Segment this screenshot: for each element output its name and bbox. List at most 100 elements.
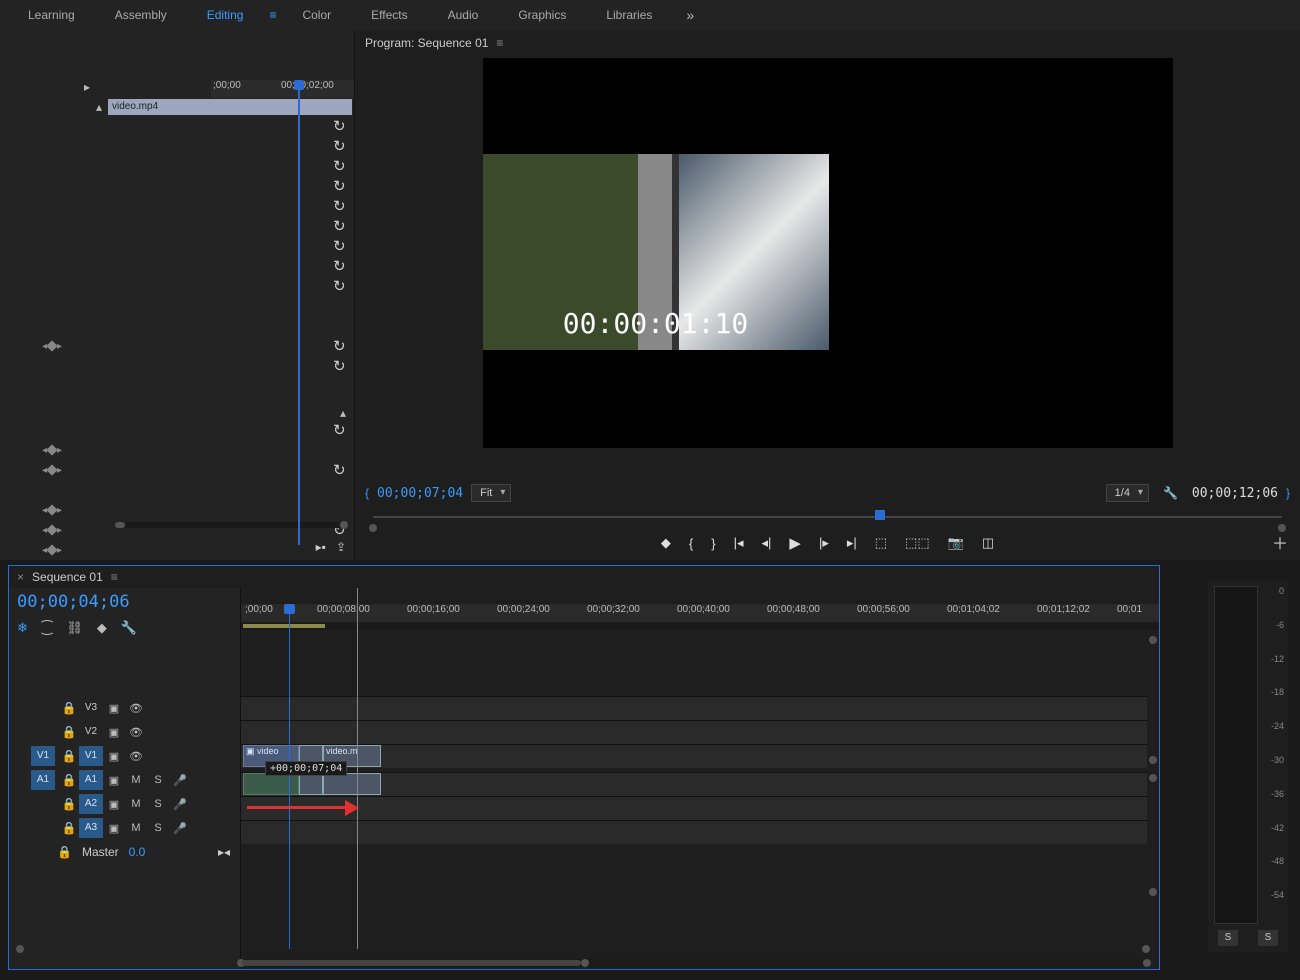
- lock-icon[interactable]: 🔒: [57, 845, 72, 859]
- track-header-a2[interactable]: 🔒 A2 ▣ M S 🎤: [9, 792, 240, 816]
- reset-icon[interactable]: ↺: [333, 357, 346, 375]
- lock-icon[interactable]: 🔒: [59, 701, 79, 715]
- bottom-hscroll[interactable]: [16, 945, 1150, 953]
- voice-over-icon[interactable]: 🎤: [169, 774, 191, 787]
- step-forward-icon[interactable]: |▸: [819, 535, 829, 551]
- reset-icon[interactable]: ↺: [333, 137, 346, 155]
- solo-left-button[interactable]: S: [1218, 930, 1238, 946]
- track-label[interactable]: A1: [79, 770, 103, 790]
- program-scrubber[interactable]: [365, 510, 1290, 524]
- solo-right-button[interactable]: S: [1258, 930, 1278, 946]
- vscroll-cap[interactable]: [1149, 774, 1157, 782]
- voice-over-icon[interactable]: 🎤: [169, 798, 191, 811]
- timeline-tracks-area[interactable]: ;00;00 00;00;08;00 00;00;16;00 00;00;24;…: [241, 588, 1159, 969]
- work-area-bar[interactable]: [243, 624, 325, 628]
- track-label[interactable]: A2: [79, 794, 103, 814]
- audio-clip-ghost[interactable]: [323, 773, 381, 795]
- source-clip[interactable]: video.mp4: [108, 99, 352, 115]
- source-patch-v1[interactable]: V1: [31, 746, 55, 766]
- keyframe-nav[interactable]: ◂▸: [42, 505, 62, 516]
- step-back-icon[interactable]: ◂|: [761, 535, 771, 551]
- play-only-icon[interactable]: ▸▪: [316, 540, 326, 554]
- source-playhead[interactable]: [298, 80, 300, 545]
- vscroll-cap[interactable]: [1149, 888, 1157, 896]
- keyframe-nav[interactable]: ◂▸: [42, 525, 62, 536]
- lock-icon[interactable]: 🔒: [59, 749, 79, 763]
- add-marker-icon[interactable]: ◆: [661, 535, 671, 551]
- play-icon[interactable]: ▶: [789, 534, 801, 552]
- master-track[interactable]: 🔒 Master 0.0 ▸◂: [9, 840, 240, 864]
- collapse-tracks-icon[interactable]: ▸◂: [218, 845, 230, 859]
- audio-clip-trimmed[interactable]: [299, 773, 323, 795]
- mark-out-bracket-icon[interactable]: }: [1286, 486, 1290, 500]
- snap-icon[interactable]: ⁐: [42, 620, 52, 636]
- reset-icon[interactable]: ↺: [333, 177, 346, 195]
- panel-menu-icon[interactable]: ≡: [496, 36, 503, 50]
- scrubber-playhead[interactable]: [875, 510, 885, 520]
- keyframe-nav[interactable]: ◂▸: [42, 445, 62, 456]
- timeline-playhead-timecode[interactable]: 00;00;04;06: [9, 588, 240, 616]
- nest-toggle-icon[interactable]: ❄: [17, 620, 28, 636]
- source-ruler[interactable]: ;00;00 00;00;02;00 00;00;04;00: [211, 80, 354, 98]
- voice-over-icon[interactable]: 🎤: [169, 822, 191, 835]
- tab-graphics[interactable]: Graphics: [498, 2, 586, 28]
- tab-editing[interactable]: Editing: [187, 2, 264, 28]
- master-level[interactable]: 0.0: [129, 845, 146, 859]
- tab-learning[interactable]: Learning: [8, 2, 95, 28]
- expand-toggle-icon[interactable]: ▸: [84, 80, 90, 94]
- extract-icon[interactable]: ⬚⬚: [905, 535, 930, 551]
- sync-lock-icon[interactable]: ▣: [103, 798, 125, 811]
- program-monitor[interactable]: 00:00:01:10: [483, 58, 1173, 448]
- settings-wrench-icon[interactable]: 🔧: [1163, 486, 1178, 500]
- eye-icon[interactable]: 👁: [125, 750, 147, 763]
- reset-icon[interactable]: ↺: [333, 237, 346, 255]
- track-header-v1[interactable]: V1 🔒 V1 ▣ 👁: [9, 744, 240, 768]
- export-icon[interactable]: ⇪: [336, 540, 346, 554]
- tab-libraries[interactable]: Libraries: [586, 2, 672, 28]
- eye-icon[interactable]: 👁: [125, 702, 147, 715]
- program-timecode-left[interactable]: 00;00;07;04: [377, 486, 463, 501]
- mark-in-bracket-icon[interactable]: {: [365, 486, 369, 500]
- mark-in-icon[interactable]: {: [689, 536, 693, 551]
- track-label[interactable]: V1: [79, 746, 103, 766]
- mute-button[interactable]: M: [125, 774, 147, 786]
- track-header-v3[interactable]: 🔒 V3 ▣ 👁: [9, 696, 240, 720]
- track-header-v2[interactable]: 🔒 V2 ▣ 👁: [9, 720, 240, 744]
- comparison-view-icon[interactable]: ◫: [982, 535, 994, 551]
- collapse-toggle-icon[interactable]: ▴: [90, 100, 108, 114]
- lock-icon[interactable]: 🔒: [59, 773, 79, 787]
- solo-button[interactable]: S: [147, 774, 169, 786]
- mute-button[interactable]: M: [125, 822, 147, 834]
- tab-color[interactable]: Color: [282, 2, 351, 28]
- timeline-settings-icon[interactable]: 🔧: [121, 620, 137, 636]
- audio-clip[interactable]: [243, 773, 299, 795]
- vscroll-cap[interactable]: [1149, 636, 1157, 644]
- close-panel-icon[interactable]: ×: [17, 570, 24, 584]
- reset-icon[interactable]: ↺: [333, 197, 346, 215]
- reset-icon[interactable]: ↺: [333, 337, 346, 355]
- reset-icon[interactable]: ↺: [333, 157, 346, 175]
- overflow-icon[interactable]: »: [672, 7, 708, 23]
- timeline-playhead[interactable]: [289, 604, 290, 949]
- timeline-ruler[interactable]: ;00;00 00;00;08;00 00;00;16;00 00;00;24;…: [241, 604, 1159, 622]
- source-hscroll[interactable]: [115, 522, 348, 528]
- marker-icon[interactable]: ◆: [97, 620, 107, 636]
- audio-meter-bars[interactable]: [1214, 586, 1258, 924]
- linked-selection-icon[interactable]: ⛓: [66, 620, 83, 636]
- timeline-zoom-scroll[interactable]: [241, 959, 1147, 967]
- lock-icon[interactable]: 🔒: [59, 797, 79, 811]
- sync-lock-icon[interactable]: ▣: [103, 774, 125, 787]
- button-editor-icon[interactable]: ＋: [1272, 530, 1288, 554]
- lock-icon[interactable]: 🔒: [59, 821, 79, 835]
- panel-menu-icon[interactable]: ≡: [111, 570, 118, 584]
- tab-audio[interactable]: Audio: [428, 2, 499, 28]
- keyframe-nav[interactable]: ◂▸: [42, 341, 62, 352]
- track-label[interactable]: V2: [79, 722, 103, 742]
- keyframe-nav[interactable]: ◂▸: [42, 465, 62, 476]
- reset-icon[interactable]: ↺: [333, 257, 346, 275]
- lock-icon[interactable]: 🔒: [59, 725, 79, 739]
- sync-lock-icon[interactable]: ▣: [103, 726, 125, 739]
- go-to-out-icon[interactable]: ▸|: [847, 535, 857, 551]
- source-patch-a1[interactable]: A1: [31, 770, 55, 790]
- tab-effects[interactable]: Effects: [351, 2, 427, 28]
